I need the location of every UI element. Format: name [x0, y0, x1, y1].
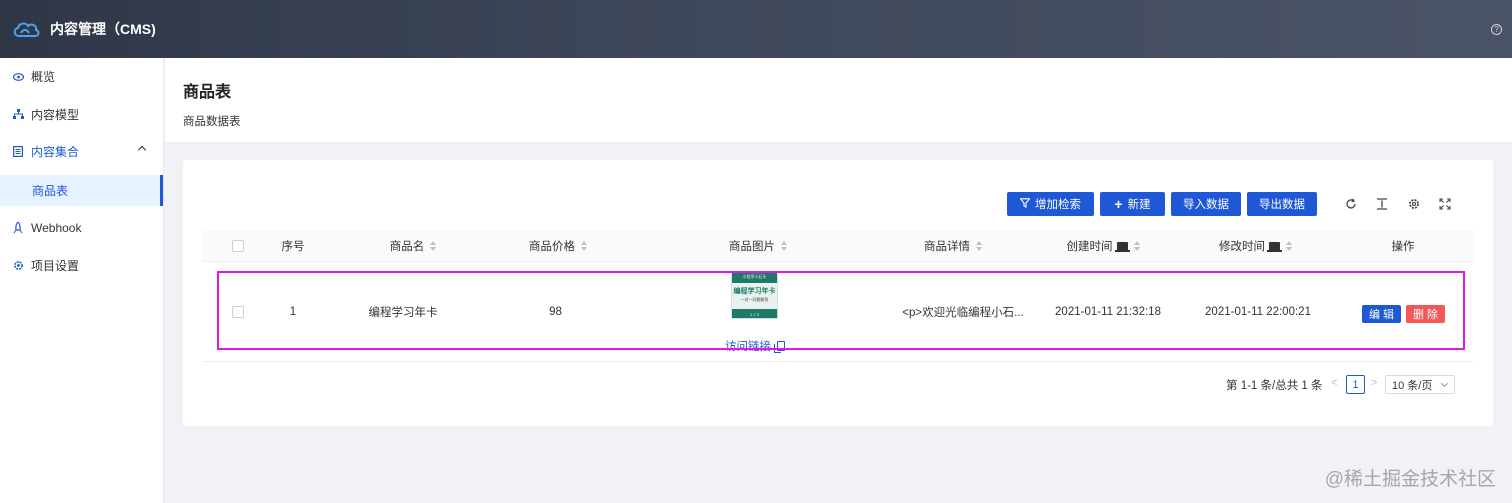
sidebar-item-label: 内容集合 — [31, 145, 80, 160]
column-header-index: 序号 — [263, 230, 323, 262]
column-label: 商品图片 — [729, 241, 775, 253]
export-label: 导出数据 — [1259, 199, 1305, 211]
sidebar-item-content-model[interactable]: 内容模型 — [0, 96, 163, 134]
sidebar-item-label: 项目设置 — [31, 259, 80, 274]
sort-icon[interactable] — [581, 241, 587, 251]
column-header-actions: 操作 — [1373, 230, 1433, 262]
sidebar-subitem-product-table[interactable]: 商品表 — [0, 174, 163, 206]
laptop-icon — [1267, 242, 1282, 252]
create-button[interactable]: + 新建 — [1100, 192, 1165, 216]
column-label: 商品名 — [389, 241, 425, 253]
sidebar-item-content-collection[interactable]: 内容集合 — [0, 133, 163, 171]
column-header-modified[interactable]: 修改时间 — [1183, 230, 1328, 262]
column-label: 序号 — [281, 241, 305, 253]
edit-button[interactable]: 编 辑 — [1362, 305, 1401, 323]
sidebar-item-label: 概览 — [31, 70, 56, 85]
thumb-text: 1 2 3 — [750, 312, 759, 317]
column-header-price[interactable]: 商品价格 — [493, 230, 623, 262]
list-icon — [12, 146, 24, 158]
rocket-icon — [12, 222, 24, 234]
page-header: 商品表 商品数据表 — [165, 58, 1512, 142]
prev-page-button[interactable]: < — [1331, 377, 1337, 389]
select-all-cell — [226, 230, 250, 262]
page-size-select[interactable]: 10 条/页 — [1385, 375, 1455, 394]
cell-name: 编程学习年卡 — [368, 307, 438, 319]
gear-icon — [12, 260, 24, 272]
delete-button[interactable]: 删 除 — [1406, 305, 1445, 323]
app-title: 内容管理（CMS) — [50, 21, 156, 37]
column-header-created[interactable]: 创建时间 — [1033, 230, 1173, 262]
sidebar-item-project-settings[interactable]: 项目设置 — [0, 247, 163, 285]
sitemap-icon — [12, 108, 24, 120]
sidebar-item-webhook[interactable]: Webhook — [0, 210, 163, 248]
table-row: 1 编程学习年卡 98 小程序小石头 编程学习年卡 一对一问题解答 1 2 3 … — [203, 262, 1473, 362]
page-size-label: 10 条/页 — [1392, 379, 1433, 392]
add-filter-label: 增加检索 — [1035, 199, 1081, 211]
filter-icon — [1019, 197, 1031, 211]
thumb-text: 一对一问题解答 — [740, 297, 769, 302]
sort-icon[interactable] — [1286, 241, 1292, 251]
chevron-down-icon — [1440, 379, 1449, 388]
page-subtitle: 商品数据表 — [183, 116, 241, 128]
import-label: 导入数据 — [1183, 199, 1229, 211]
sidebar-item-label: Webhook — [31, 221, 82, 236]
select-all-checkbox[interactable] — [232, 240, 244, 252]
import-button[interactable]: 导入数据 — [1171, 192, 1241, 216]
plus-icon: + — [1114, 196, 1123, 212]
column-label: 创建时间 — [1066, 241, 1113, 253]
thumb-text: 编程学习年卡 — [733, 288, 776, 295]
next-page-button[interactable]: > — [1371, 377, 1377, 389]
cell-modified: 2021-01-11 22:00:21 — [1205, 306, 1311, 318]
thumb-text: 小程序小石头 — [742, 274, 767, 279]
column-header-detail[interactable]: 商品详情 — [883, 230, 1023, 262]
add-filter-button[interactable]: 增加检索 — [1007, 192, 1094, 216]
column-height-icon[interactable] — [1374, 196, 1390, 212]
column-label: 商品价格 — [529, 241, 575, 253]
reload-icon[interactable] — [1343, 196, 1359, 212]
product-thumbnail[interactable]: 小程序小石头 编程学习年卡 一对一问题解答 1 2 3 — [731, 271, 778, 319]
row-select-cell — [226, 262, 250, 362]
cell-detail: <p>欢迎光临编程小石... — [902, 307, 1024, 319]
settings-icon[interactable] — [1406, 196, 1422, 212]
column-header-name[interactable]: 商品名 — [353, 230, 473, 262]
page-1-button[interactable]: 1 — [1346, 375, 1365, 394]
sort-icon[interactable] — [976, 241, 982, 251]
top-header: 内容管理（CMS) ? — [0, 0, 1512, 58]
cloud-logo-icon — [12, 19, 42, 39]
column-label: 商品详情 — [924, 241, 970, 253]
column-header-image[interactable]: 商品图片 — [693, 230, 823, 262]
cell-price: 98 — [549, 306, 562, 318]
pagination-total: 第 1-1 条/总共 1 条 — [1226, 380, 1323, 392]
chevron-up-icon[interactable] — [137, 145, 147, 155]
table-card: 增加检索 + 新建 导入数据 导出数据 序号 商品名 商品价格 商品图片 商品详… — [183, 160, 1493, 426]
export-button[interactable]: 导出数据 — [1247, 192, 1317, 216]
sort-icon[interactable] — [781, 241, 787, 251]
cell-created: 2021-01-11 21:32:18 — [1055, 306, 1161, 318]
visit-link-label: 访问链接 — [725, 341, 771, 353]
create-label: 新建 — [1127, 199, 1151, 211]
column-label: 操作 — [1391, 241, 1415, 253]
sidebar-item-label: 内容模型 — [31, 107, 80, 122]
sort-icon[interactable] — [430, 241, 437, 251]
watermark: @稀土掘金技术社区 — [1324, 469, 1496, 490]
laptop-icon — [1114, 242, 1130, 252]
page-title: 商品表 — [183, 84, 232, 101]
copy-icon[interactable] — [774, 341, 785, 353]
sort-icon[interactable] — [1133, 241, 1140, 251]
column-label: 修改时间 — [1219, 241, 1265, 253]
help-icon[interactable]: ? — [1491, 24, 1502, 35]
sidebar: 概览 内容模型 内容集合 商品表 Webhook 项目设置 — [0, 58, 164, 503]
fullscreen-icon[interactable] — [1437, 196, 1453, 212]
row-checkbox[interactable] — [232, 306, 244, 318]
cell-index: 1 — [289, 306, 297, 318]
toolbar: 增加检索 + 新建 导入数据 导出数据 — [183, 192, 1493, 216]
sidebar-item-overview[interactable]: 概览 — [0, 58, 163, 96]
table-header: 序号 商品名 商品价格 商品图片 商品详情 创建时间 修改时间 操作 — [203, 230, 1473, 262]
eye-icon — [12, 71, 24, 83]
visit-link[interactable]: 访问链接 — [725, 338, 785, 354]
